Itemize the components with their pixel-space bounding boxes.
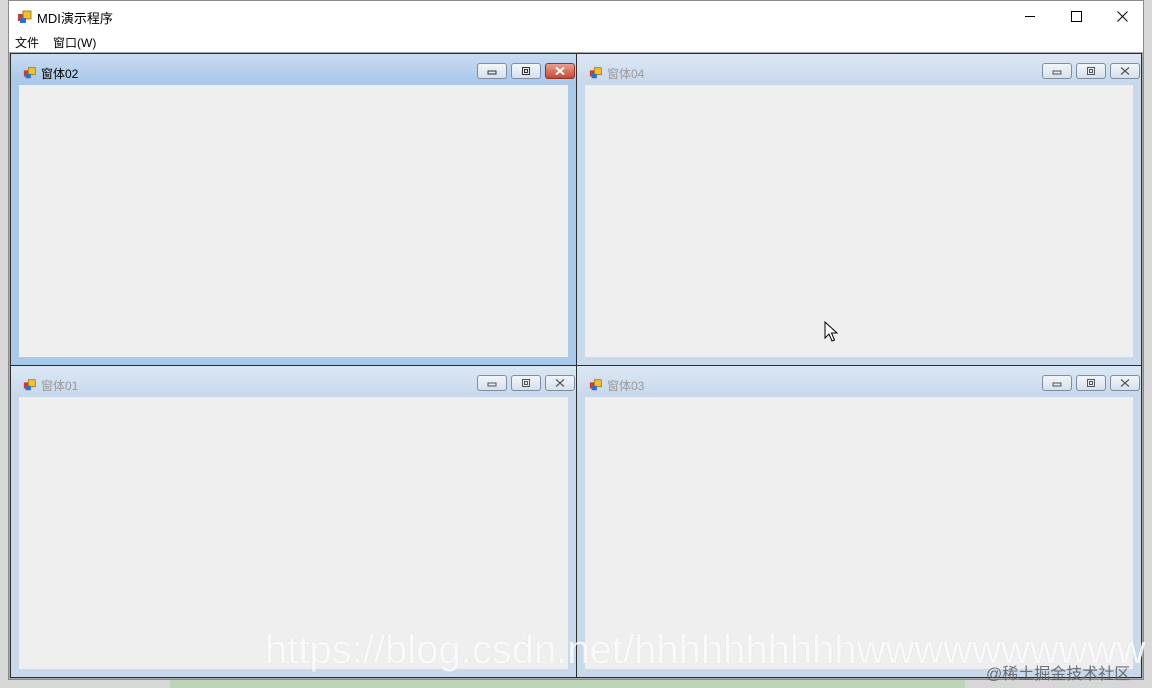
child-minimize-button[interactable] xyxy=(1042,63,1072,79)
background-strip xyxy=(170,680,965,688)
menu-file[interactable]: 文件 xyxy=(15,34,39,51)
child-title: 窗体04 xyxy=(607,67,645,81)
close-icon xyxy=(555,67,565,75)
child-restore-button[interactable] xyxy=(511,375,541,391)
title-bar[interactable]: MDI演示程序 xyxy=(9,1,1143,31)
child-minimize-button[interactable] xyxy=(477,375,507,391)
close-icon xyxy=(555,379,565,387)
child-window-icon xyxy=(23,67,36,79)
minimize-icon xyxy=(1052,70,1062,75)
close-icon xyxy=(1120,67,1130,75)
mdi-client-area: 窗体02 窗体04 窗体01 窗体03 xyxy=(9,52,1143,679)
child-restore-button[interactable] xyxy=(1076,63,1106,79)
child-client-area xyxy=(19,85,568,357)
minimize-icon xyxy=(487,382,497,387)
menu-bar: 文件 窗口(W) xyxy=(9,31,1143,52)
window-title: MDI演示程序 xyxy=(37,11,113,26)
mouse-cursor-icon xyxy=(824,321,838,342)
child-minimize-button[interactable] xyxy=(477,63,507,79)
close-button[interactable] xyxy=(1099,1,1145,31)
menu-window[interactable]: 窗口(W) xyxy=(53,34,96,51)
child-restore-button[interactable] xyxy=(511,63,541,79)
child-window-04[interactable]: 窗体04 xyxy=(576,53,1142,366)
child-window-icon xyxy=(23,379,36,391)
mdi-parent-window: MDI演示程序 文件 窗口(W) 窗体02 窗体04 窗体01 窗体03 xyxy=(8,0,1144,680)
app-window-icon xyxy=(18,10,32,23)
minimize-icon xyxy=(487,70,497,75)
watermark-site: @稀土掘金技术社区 xyxy=(986,666,1131,683)
minimize-icon xyxy=(1024,15,1035,17)
restore-icon xyxy=(1087,379,1095,387)
child-window-02[interactable]: 窗体02 xyxy=(10,53,577,366)
minimize-icon xyxy=(1052,382,1062,387)
child-close-button[interactable] xyxy=(1110,63,1140,79)
child-close-button[interactable] xyxy=(1110,375,1140,391)
close-icon xyxy=(1120,379,1130,387)
child-client-area xyxy=(585,85,1133,357)
close-icon xyxy=(1116,10,1128,22)
child-title-bar[interactable]: 窗体04 xyxy=(577,54,1141,85)
child-title-bar[interactable]: 窗体01 xyxy=(11,366,576,397)
restore-icon xyxy=(522,67,530,75)
child-close-button[interactable] xyxy=(545,375,575,391)
child-window-icon xyxy=(589,67,602,79)
restore-icon xyxy=(522,379,530,387)
child-minimize-button[interactable] xyxy=(1042,375,1072,391)
child-title: 窗体03 xyxy=(607,379,645,393)
child-title-bar[interactable]: 窗体02 xyxy=(11,54,576,85)
child-close-button[interactable] xyxy=(545,63,575,79)
minimize-button[interactable] xyxy=(1007,1,1053,31)
child-title: 窗体01 xyxy=(41,379,79,393)
restore-icon xyxy=(1087,67,1095,75)
child-window-icon xyxy=(589,379,602,391)
maximize-icon xyxy=(1070,10,1082,22)
child-restore-button[interactable] xyxy=(1076,375,1106,391)
maximize-button[interactable] xyxy=(1053,1,1099,31)
child-title-bar[interactable]: 窗体03 xyxy=(577,366,1141,397)
child-title: 窗体02 xyxy=(41,67,79,81)
